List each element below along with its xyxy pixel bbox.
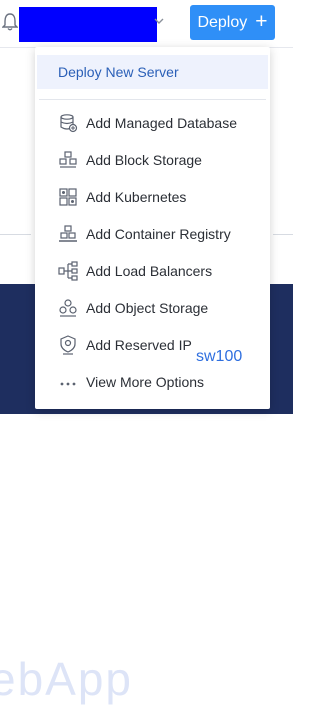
menu-item-kubernetes[interactable]: Add Kubernetes xyxy=(35,178,270,215)
background-banner-text: ebApp xyxy=(0,653,134,705)
background-divider xyxy=(0,234,31,235)
kubernetes-icon xyxy=(59,188,77,206)
background-divider xyxy=(273,234,293,235)
menu-item-load-balancers[interactable]: Add Load Balancers xyxy=(35,252,270,289)
container-registry-icon xyxy=(59,225,77,242)
menu-divider xyxy=(39,99,266,100)
deploy-button-label: Deploy xyxy=(197,13,248,31)
menu-item-block-storage[interactable]: Add Block Storage xyxy=(35,141,270,178)
menu-item-label: Add Load Balancers xyxy=(86,262,213,279)
load-balancer-icon xyxy=(58,261,78,281)
chevron-down-icon[interactable] xyxy=(153,15,165,27)
top-bar: Deploy + xyxy=(0,0,293,48)
redacted-account-selector[interactable] xyxy=(19,7,157,42)
more-dots-icon xyxy=(60,382,76,386)
menu-item-label: Add Kubernetes xyxy=(86,188,187,205)
deploy-button[interactable]: Deploy + xyxy=(190,5,275,40)
menu-item-view-more[interactable]: View More Options xyxy=(35,363,270,400)
plus-icon: + xyxy=(255,10,268,33)
menu-item-label: Add Managed Database xyxy=(86,114,237,131)
menu-item-label: Add Container Registry xyxy=(86,225,231,242)
menu-item-label: Add Reserved IP xyxy=(86,336,192,353)
object-storage-icon xyxy=(59,299,77,317)
reserved-ip-icon xyxy=(60,335,76,355)
menu-item-label: Add Object Storage xyxy=(86,299,209,316)
overlay-watermark-text: sw100 xyxy=(196,348,243,365)
menu-item-label: View More Options xyxy=(86,373,205,390)
menu-item-managed-database[interactable]: Add Managed Database xyxy=(35,104,270,141)
menu-item-container-registry[interactable]: Add Container Registry xyxy=(35,215,270,252)
menu-item-object-storage[interactable]: Add Object Storage xyxy=(35,289,270,326)
database-icon xyxy=(60,114,78,133)
deploy-new-server-item[interactable]: Deploy New Server xyxy=(37,55,268,89)
bell-icon[interactable] xyxy=(2,12,18,32)
menu-item-label: Add Block Storage xyxy=(86,151,202,168)
block-storage-icon xyxy=(59,151,77,168)
